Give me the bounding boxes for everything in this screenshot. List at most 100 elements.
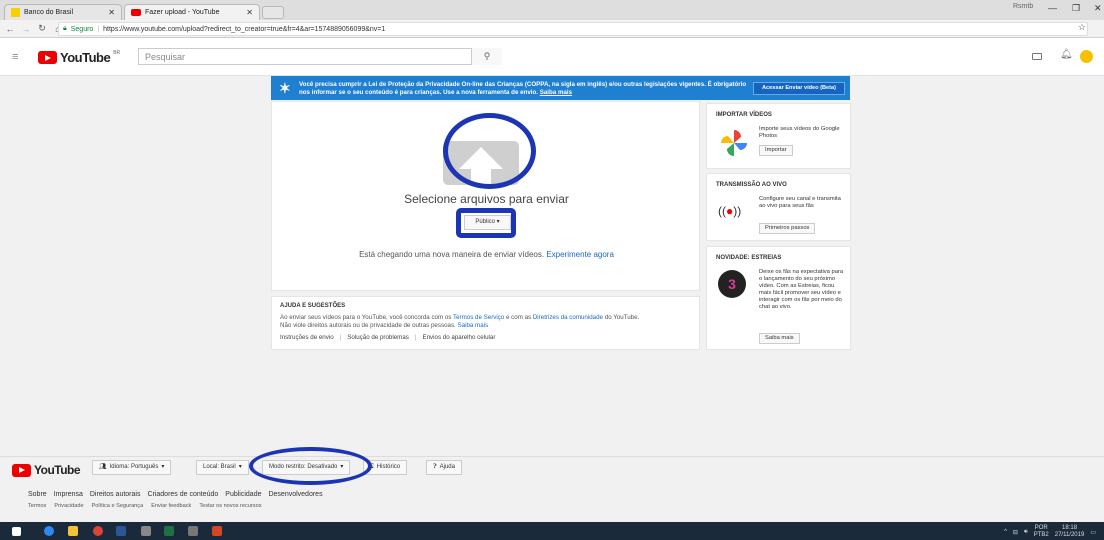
divider: | [414, 334, 417, 341]
premieres-icon: 3 [718, 270, 746, 298]
notifications-bell-icon[interactable]: 🔔︎ [1060, 49, 1073, 60]
youtube-favicon-icon [131, 9, 141, 16]
close-tab-icon[interactable]: ✕ [246, 8, 253, 17]
language-value: Idioma: Português [109, 464, 159, 470]
google-photos-icon [721, 130, 747, 156]
reload-icon[interactable]: ↻ [36, 23, 48, 34]
search-input[interactable]: Pesquisar [138, 48, 502, 65]
premieres-learn-more-button[interactable]: Saiba mais [759, 333, 800, 344]
hamburger-menu-icon[interactable]: ≡ [12, 51, 18, 63]
close-window-icon[interactable]: ✕ [1094, 3, 1102, 14]
advertise-link[interactable]: Publicidade [225, 491, 261, 498]
about-link[interactable]: Sobre [28, 491, 47, 498]
footer-controls: YouTube 👥︎ Idioma: Português ▾ Local: Bras… [0, 456, 1104, 484]
clock-time: 18:18 [1062, 525, 1078, 531]
upload-instructions-link[interactable]: Instruções de envio [280, 334, 334, 341]
youtube-logo[interactable]: YouTube BR [38, 50, 120, 65]
file-explorer-icon[interactable] [68, 526, 78, 536]
word-icon[interactable] [116, 526, 126, 536]
import-button[interactable]: Importar [759, 145, 793, 156]
live-heading: TRANSMISSÃO AO VIVO [716, 182, 787, 188]
select-files-title[interactable]: Selecione arquivos para enviar [272, 192, 701, 206]
mobile-uploads-link[interactable]: Envios do aparelho celular [422, 334, 495, 341]
learn-more-link[interactable]: Saiba mais [458, 322, 489, 329]
star-icon: ✶ [279, 80, 291, 96]
tray-chevron-icon[interactable]: ^ [1004, 529, 1007, 535]
close-tab-icon[interactable]: ✕ [108, 8, 115, 17]
browser-tab-bar: Banco do Brasil ✕ Fazer upload - YouTube… [0, 0, 1104, 20]
volume-icon[interactable]: 🔊︎ [1024, 529, 1028, 536]
live-stream-card: TRANSMISSÃO AO VIVO ((●)) Configure seu … [706, 173, 851, 241]
policy-safety-link[interactable]: Política e Segurança [92, 503, 144, 509]
new-tab-button[interactable] [262, 6, 284, 19]
tab-title: Banco do Brasil [24, 9, 74, 16]
premieres-text: Deixe os fãs na expectativa para o lança… [759, 269, 844, 310]
edge-browser-icon[interactable] [44, 526, 54, 536]
tab-youtube-upload[interactable]: Fazer upload - YouTube ✕ [124, 4, 260, 20]
chevron-down-icon: ▾ [161, 464, 165, 470]
excel-icon[interactable] [164, 526, 174, 536]
coppa-banner: ✶ Você precisa cumprir a Lei de Proteção… [271, 76, 850, 100]
upload-video-icon[interactable] [1032, 53, 1042, 60]
press-link[interactable]: Imprensa [54, 491, 83, 498]
windows-taskbar: ^ ⊟ 🔊︎ POR PTB2 18:18 27/11/2019 ▭ [0, 522, 1104, 540]
live-broadcast-icon: ((●)) [718, 204, 742, 218]
lang-code: POR [1034, 525, 1048, 531]
help-card: AJUDA E SUGESTÕES Ao enviar seus vídeos … [271, 296, 700, 350]
search-button[interactable]: ⚲ [471, 48, 502, 65]
footer-links-secondary: Termos Privacidade Política e Segurança … [28, 503, 262, 509]
url-input[interactable]: 🔒︎ Seguro | https://www.youtube.com/uplo… [58, 22, 1088, 36]
tab-banco-do-brasil[interactable]: Banco do Brasil ✕ [4, 4, 122, 20]
creators-link[interactable]: Criadores de conteúdo [147, 491, 218, 498]
maximize-icon[interactable]: ❐ [1072, 3, 1080, 14]
help-button[interactable]: ❓︎ Ajuda [426, 460, 462, 475]
new-upload-notice: Está chegando uma nova maneira de enviar… [272, 250, 701, 259]
terms-link[interactable]: Termos [28, 503, 46, 509]
premieres-card: NOVIDADE: ESTREIAS 3 Deixe os fãs na exp… [706, 246, 851, 350]
notifications-icon[interactable]: ▭ [1090, 529, 1096, 536]
minimize-icon[interactable]: — [1048, 3, 1057, 13]
privacy-link[interactable]: Privacidade [54, 503, 83, 509]
help-text-part: do YouTube. [604, 314, 640, 321]
banner-learn-more-link[interactable]: Saiba mais [540, 89, 572, 96]
app-icon[interactable] [188, 526, 198, 536]
send-feedback-link[interactable]: Enviar feedback [151, 503, 191, 509]
chrome-icon[interactable] [93, 526, 103, 536]
import-text: Importe seus vídeos do Google Photos [759, 126, 840, 139]
windows-start-icon[interactable] [12, 527, 21, 536]
community-guidelines-link[interactable]: Diretrizes da comunidade [533, 314, 603, 321]
tab-title: Fazer upload - YouTube [145, 9, 220, 16]
developers-link[interactable]: Desenvolvedores [268, 491, 322, 498]
keyboard-language[interactable]: POR PTB2 [1034, 525, 1049, 539]
footer-youtube-logo[interactable]: YouTube [12, 463, 81, 477]
back-arrow-icon[interactable]: ← [4, 24, 16, 34]
app-icon[interactable] [141, 526, 151, 536]
language-dropdown[interactable]: 👥︎ Idioma: Português ▾ [92, 460, 172, 475]
powerpoint-icon[interactable] [212, 526, 222, 536]
forward-arrow-icon[interactable]: → [20, 24, 32, 34]
help-icon: ❓︎ [433, 464, 437, 470]
avatar[interactable] [1080, 50, 1093, 63]
annotation-circle-upload [443, 113, 536, 189]
get-started-button[interactable]: Primeiros passos [759, 223, 816, 234]
help-text-part: e com as [506, 314, 532, 321]
troubleshooting-link[interactable]: Solução de problemas [347, 334, 409, 341]
help-heading: AJUDA E SUGESTÕES [280, 303, 346, 309]
annotation-box-privacy [456, 208, 516, 238]
banco-do-brasil-favicon-icon [11, 8, 20, 17]
try-now-link[interactable]: Experimente agora [546, 250, 614, 259]
clock[interactable]: 18:18 27/11/2019 [1055, 525, 1085, 539]
profile-name[interactable]: Rsmtb [1013, 3, 1033, 10]
divider: | [339, 334, 342, 341]
youtube-wordmark: YouTube [34, 463, 81, 477]
test-new-features-link[interactable]: Testar os novos recursos [199, 503, 261, 509]
bookmark-star-icon[interactable]: ☆ [1078, 22, 1086, 33]
access-beta-upload-button[interactable]: Acessar Enviar vídeo (Beta) [753, 82, 845, 95]
footer-links-primary: Sobre Imprensa Direitos autorais Criador… [28, 491, 323, 498]
banner-text: Você precisa cumprir a Lei de Proteção d… [299, 81, 747, 96]
location-dropdown[interactable]: Local: Brasil ▾ [196, 460, 249, 475]
terms-of-service-link[interactable]: Termos de Serviço [453, 314, 504, 321]
copyright-link[interactable]: Direitos autorais [90, 491, 141, 498]
lock-icon: 🔒︎ [63, 25, 67, 32]
network-icon[interactable]: ⊟ [1013, 529, 1018, 536]
